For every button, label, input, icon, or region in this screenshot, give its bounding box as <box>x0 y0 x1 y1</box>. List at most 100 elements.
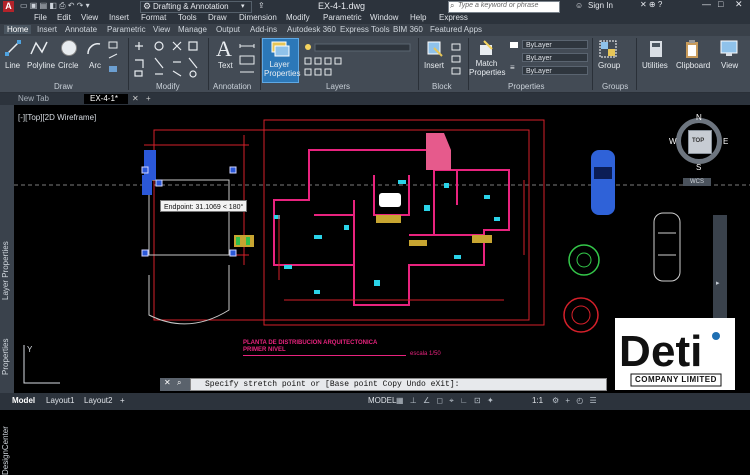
svg-text:D: D <box>619 327 651 376</box>
search-input[interactable]: ⌕ Type a keyword or phrase <box>448 1 560 13</box>
designcenter-palette-tab[interactable]: DesignCenter <box>1 426 10 475</box>
add-layout-icon[interactable]: + <box>120 396 125 405</box>
annotation-tools-icons[interactable] <box>238 42 258 78</box>
tab-new-tab[interactable]: New Tab <box>18 94 49 103</box>
workspace-selector[interactable]: ⚙ Drafting & Annotation ▾ <box>140 1 252 13</box>
svg-text:▸: ▸ <box>716 280 720 287</box>
tab-featured-apps[interactable]: Featured Apps <box>430 25 482 34</box>
line-icon[interactable] <box>5 40 21 56</box>
plan-subtitle: PRIMER NIVEL <box>243 347 286 353</box>
panel-title-layers[interactable]: Layers <box>326 82 350 91</box>
command-line[interactable]: Specify stretch point or [Base point Cop… <box>190 378 607 391</box>
compass-s[interactable]: S <box>696 163 701 172</box>
draw-extra-icons[interactable] <box>107 40 127 80</box>
menu-item-file[interactable]: File <box>34 13 47 22</box>
exchange-icon[interactable]: ✕ ⊕ ? <box>640 0 662 9</box>
wcs-menu[interactable]: WCS <box>683 178 711 186</box>
menu-item-dimension[interactable]: Dimension <box>239 13 277 22</box>
insert-block-icon[interactable] <box>426 40 444 58</box>
panel-title-block[interactable]: Block <box>432 82 452 91</box>
tab-autodesk-360[interactable]: Autodesk 360 <box>287 25 336 34</box>
panel-title-draw[interactable]: Draw <box>54 82 73 91</box>
menu-item-parametric[interactable]: Parametric <box>323 13 362 22</box>
tab-layout1[interactable]: Layout1 <box>46 396 74 405</box>
tab-express-tools[interactable]: Express Tools <box>340 25 390 34</box>
tab-model[interactable]: Model <box>12 396 35 405</box>
modify-tools-icons[interactable] <box>133 40 205 78</box>
menu-item-view[interactable]: View <box>81 13 98 22</box>
utilities-icon[interactable] <box>648 40 664 58</box>
tab-output[interactable]: Output <box>216 25 240 34</box>
arc-icon[interactable] <box>86 40 102 56</box>
close-button[interactable]: ✕ <box>735 0 743 10</box>
text-icon[interactable]: A <box>216 36 232 62</box>
close-tab-icon[interactable]: ✕ <box>132 94 139 103</box>
viewcube-top-label: TOP <box>692 138 705 144</box>
menu-item-insert[interactable]: Insert <box>109 13 129 22</box>
block-tools-icons[interactable] <box>450 42 464 76</box>
list-icon[interactable]: ≡ <box>510 63 515 72</box>
tab-view[interactable]: View <box>153 25 170 34</box>
panel-title-properties[interactable]: Properties <box>508 82 544 91</box>
match-properties-icon[interactable] <box>478 39 496 57</box>
compass-e[interactable]: E <box>723 137 728 146</box>
customize-icon[interactable]: ⌕ <box>177 378 181 388</box>
close-command-icon[interactable]: ✕ <box>164 378 171 387</box>
tab-annotate[interactable]: Annotate <box>65 25 97 34</box>
command-line-controls[interactable]: ✕ ⌕ <box>160 378 190 391</box>
compass-n[interactable]: N <box>696 113 702 122</box>
minimize-button[interactable]: — <box>702 0 711 9</box>
tab-parametric[interactable]: Parametric <box>107 25 146 34</box>
tab-bim-360[interactable]: BIM 360 <box>393 25 423 34</box>
svg-text:eti: eti <box>651 327 702 376</box>
panel-title-modify[interactable]: Modify <box>156 82 180 91</box>
layer-properties-palette-tab[interactable]: Layer Properties <box>1 241 10 300</box>
panel-divider <box>260 38 261 90</box>
linetype-dropdown[interactable]: ByLayer <box>522 53 588 62</box>
menu-item-express[interactable]: Express <box>439 13 468 22</box>
tab-ex-4-1[interactable]: EX-4-1* <box>84 94 129 104</box>
panel-title-groups[interactable]: Groups <box>602 82 628 91</box>
color-swatch-icon[interactable] <box>510 42 518 48</box>
tab-insert[interactable]: Insert <box>37 25 57 34</box>
properties-palette-tab[interactable]: Properties <box>1 339 10 375</box>
menu-item-window[interactable]: Window <box>370 13 398 22</box>
text-label: Text <box>218 61 233 70</box>
user-icon[interactable]: ☺ <box>575 1 583 10</box>
tab-add-ins[interactable]: Add-ins <box>250 25 277 34</box>
panel-title-annotation[interactable]: Annotation <box>213 82 251 91</box>
compass-w[interactable]: W <box>669 137 677 146</box>
menu-item-draw[interactable]: Draw <box>208 13 227 22</box>
maximize-button[interactable]: □ <box>718 0 723 9</box>
layer-tools-icons[interactable] <box>303 42 413 78</box>
status-tool-icons[interactable]: ▦ ⊥ ∠ ◻ ⌖ ∟ ⊡ ✦ <box>396 396 496 406</box>
add-tab-icon[interactable]: + <box>146 94 151 103</box>
circle-icon[interactable] <box>60 39 78 57</box>
layer-stack-icon <box>271 41 290 57</box>
annotation-scale[interactable]: 1:1 <box>532 396 543 405</box>
group-icon[interactable] <box>599 40 617 58</box>
lineweight-dropdown[interactable]: ByLayer <box>522 66 588 75</box>
app-icon[interactable]: A <box>3 1 14 12</box>
sign-in-button[interactable]: Sign In <box>588 1 613 10</box>
command-options[interactable]: [Base point Copy Undo eXit]: <box>325 380 459 389</box>
tab-manage[interactable]: Manage <box>178 25 207 34</box>
polyline-icon[interactable] <box>30 40 48 56</box>
viewport-label[interactable]: [-][Top][2D Wireframe] <box>18 113 96 122</box>
document-tab-bar: New Tab EX-4-1* ✕ + <box>0 93 750 105</box>
status-right-icons[interactable]: ⚙ + ◴ ☰ <box>552 396 599 405</box>
quick-access-icons[interactable]: ▭ ▣ ▤ ◧ ⎙ ↶ ↷ ▾ <box>20 1 130 10</box>
menu-item-format[interactable]: Format <box>141 13 166 22</box>
share-icon[interactable]: ⇪ <box>258 1 265 10</box>
view-icon[interactable] <box>720 40 738 56</box>
menu-item-edit[interactable]: Edit <box>57 13 71 22</box>
view-label: View <box>721 61 739 70</box>
tab-home[interactable]: Home <box>4 25 32 34</box>
clipboard-icon[interactable] <box>684 39 700 59</box>
model-space-toggle[interactable]: MODEL <box>368 396 396 405</box>
menu-item-modify[interactable]: Modify <box>286 13 310 22</box>
menu-item-help[interactable]: Help <box>410 13 426 22</box>
menu-item-tools[interactable]: Tools <box>178 13 197 22</box>
tab-layout2[interactable]: Layout2 <box>84 396 112 405</box>
color-dropdown[interactable]: ByLayer <box>522 40 588 49</box>
